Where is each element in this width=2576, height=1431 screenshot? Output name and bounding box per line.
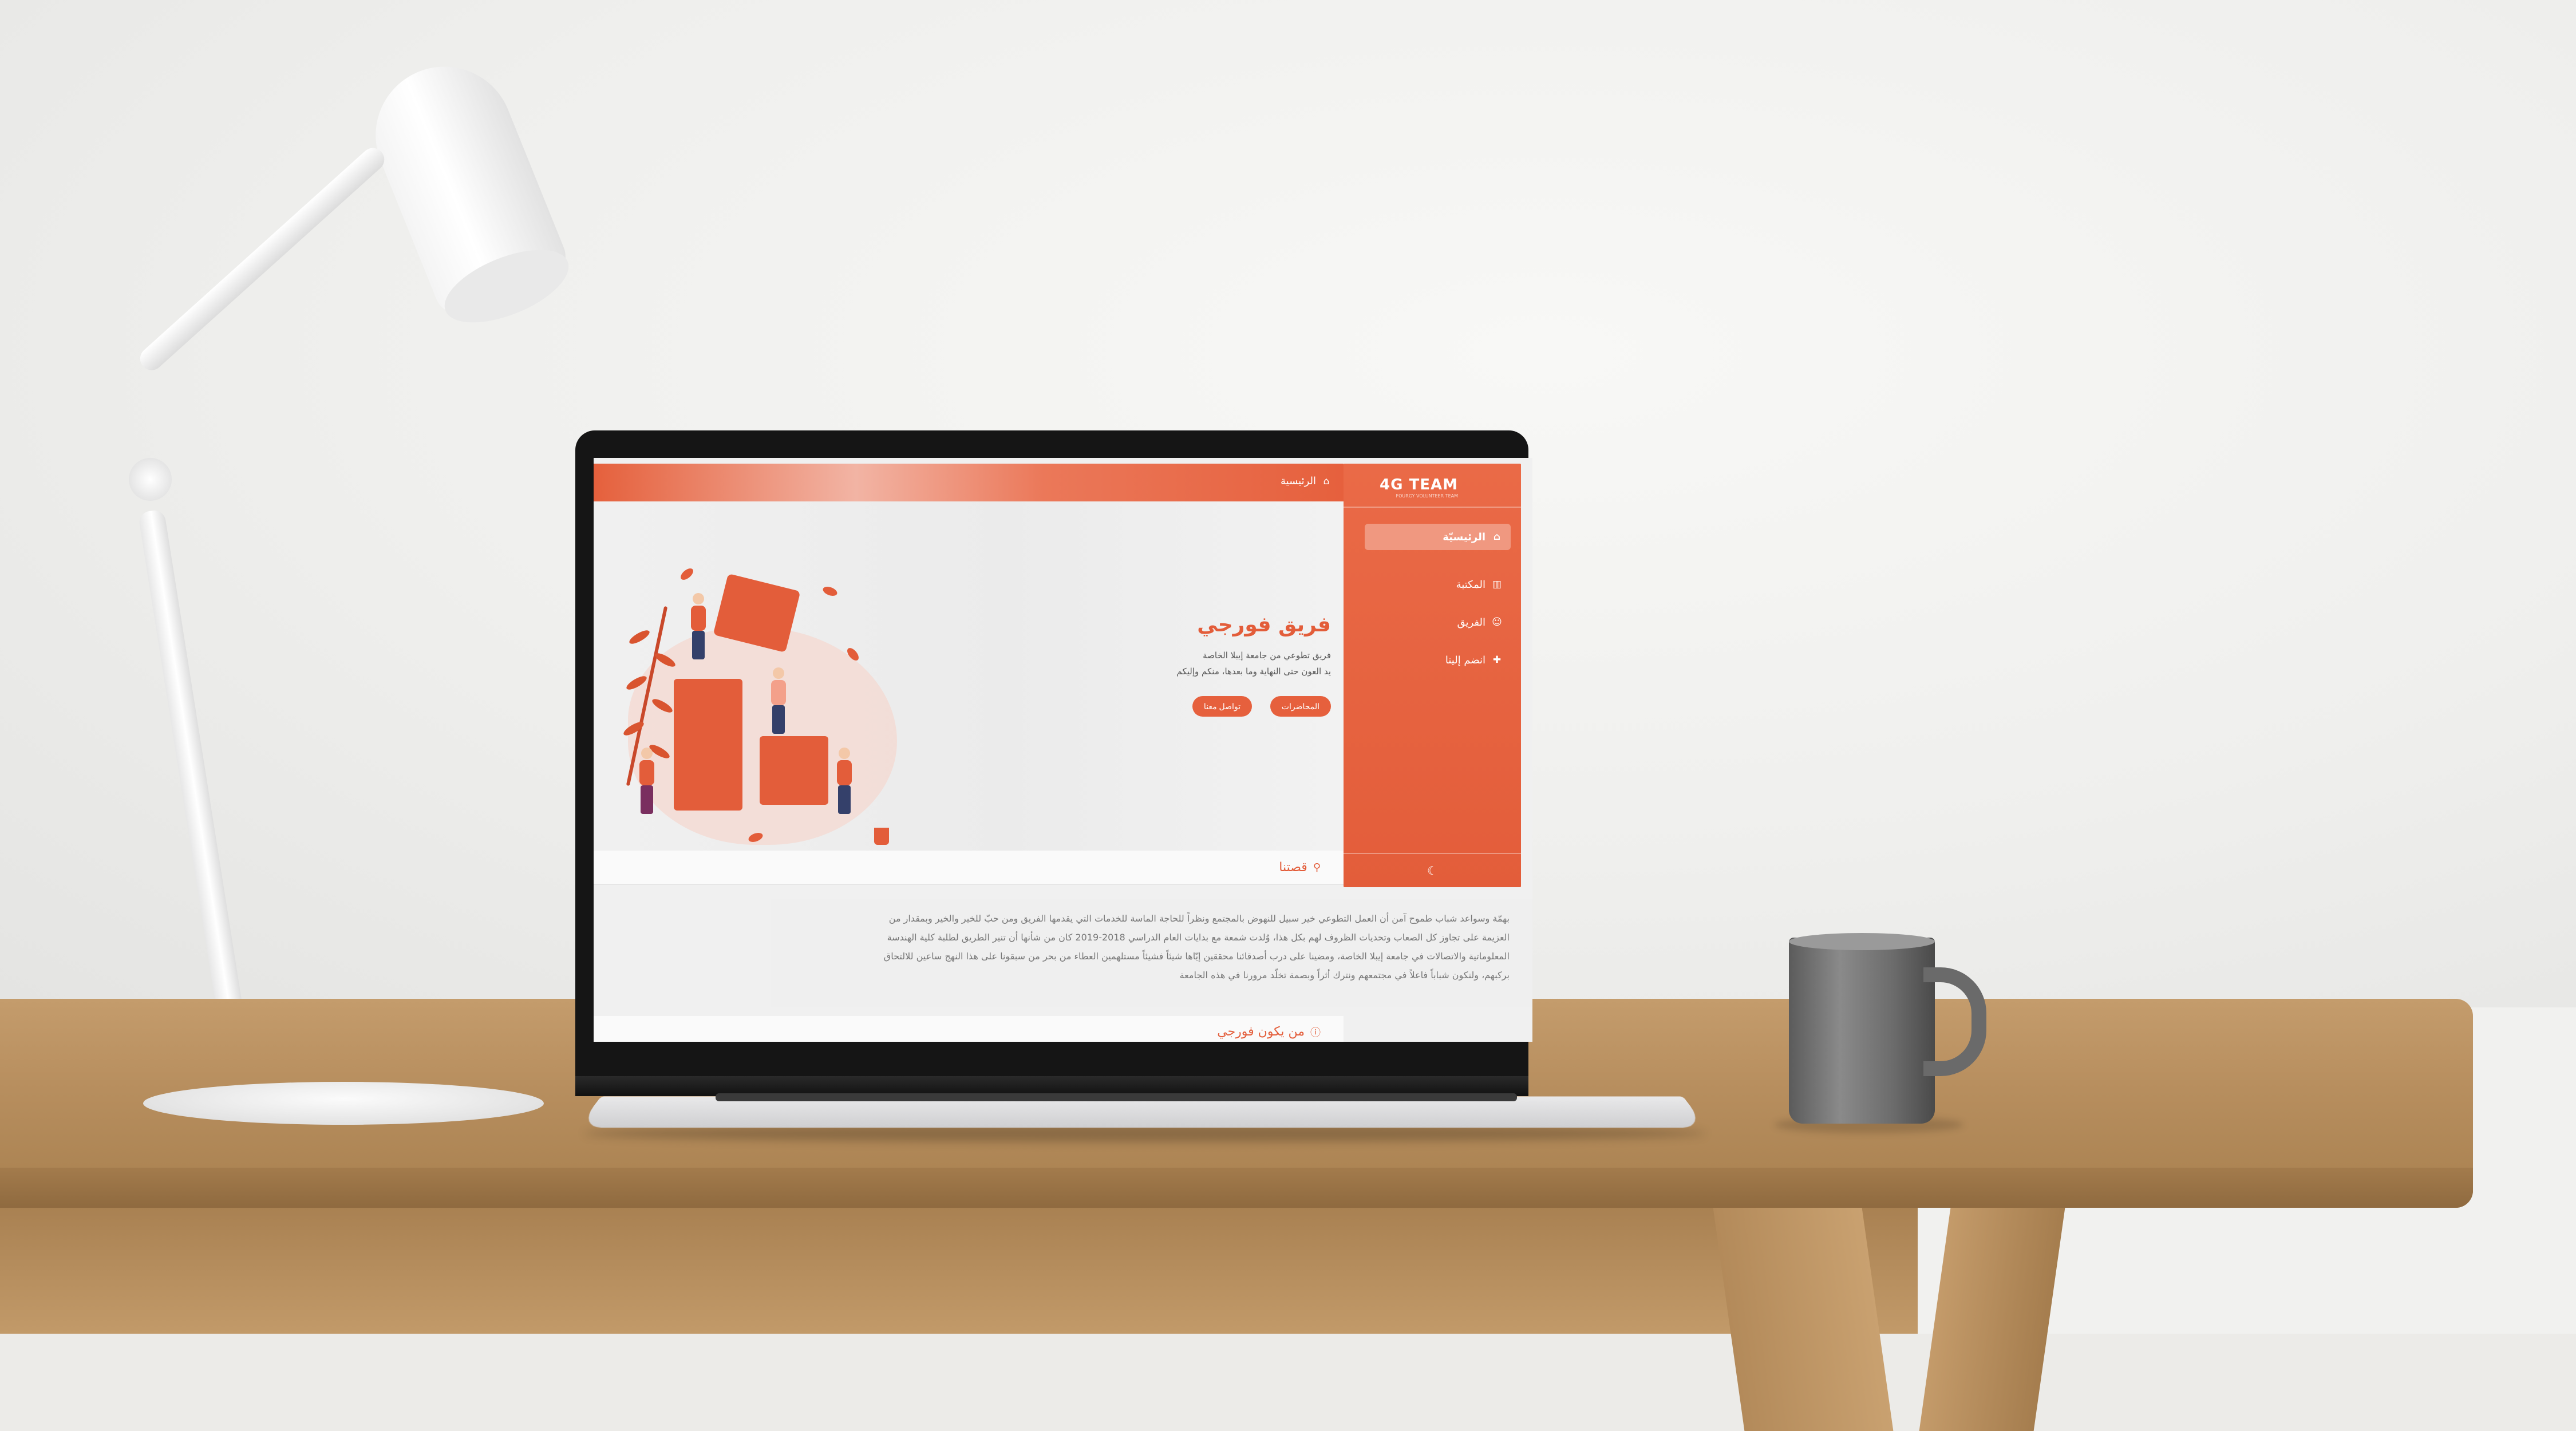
- breadcrumb[interactable]: ⌂ الرئيسية: [1281, 475, 1332, 487]
- hero-tagline: يد العون حتى النهاية وما بعدها، منكم وإل…: [1176, 666, 1332, 677]
- story-line: بركبهم، ولنكون شباباً فاعلاً في مجتمعهم …: [1179, 970, 1510, 981]
- puzzle-piece-icon: [760, 736, 828, 805]
- sidebar-footer: ☾: [1344, 853, 1521, 887]
- mug: [1789, 938, 1935, 1124]
- team-puzzle-illustration: [605, 559, 926, 856]
- story-text: بهمّة وسواعد شباب طموح آمن أن العمل التط…: [771, 899, 1532, 1007]
- story-line: العزيمة على تجاوز كل الصعاب وتحديات الظر…: [887, 932, 1510, 943]
- mug-rim: [1789, 933, 1935, 950]
- sidebar-item-library[interactable]: ▥ المكتبة: [1365, 571, 1511, 598]
- desk-leg: [1713, 1208, 1894, 1431]
- leaf-icon: [678, 566, 696, 582]
- sidebar-item-team[interactable]: ☺ الفريق: [1365, 609, 1511, 635]
- leaf-icon: [627, 627, 651, 647]
- desk-lamp-joint: [129, 458, 172, 501]
- sidebar-item-label: الرئيسيّة: [1443, 531, 1485, 543]
- desk-lamp-base: [143, 1082, 544, 1125]
- who-title: من يكون فورجي: [1217, 1025, 1305, 1039]
- person-figure: [691, 593, 706, 659]
- person-figure: [639, 748, 654, 814]
- info-icon: ⓘ: [1310, 1026, 1321, 1039]
- library-icon: ▥: [1492, 579, 1502, 590]
- story-title: قصتنا: [1279, 860, 1307, 875]
- home-icon: ⌂: [1493, 531, 1501, 543]
- hero-title: فريق فورجي: [1197, 613, 1331, 637]
- sidebar-item-label: المكتبة: [1456, 578, 1485, 591]
- story-line: المعلوماتية والاتصالات في جامعة إيبلا ال…: [883, 951, 1510, 962]
- breadcrumb-label: الرئيسية: [1281, 475, 1316, 487]
- location-pin-icon: ⚲: [1313, 861, 1321, 873]
- who-section-header: ⓘ من يكون فورجي: [594, 1016, 1344, 1042]
- sidebar-item-join[interactable]: ✚ انضم إلينا: [1365, 647, 1511, 673]
- top-bar: ⌂ الرئيسية: [594, 464, 1344, 501]
- logo[interactable]: 4G TEAM: [1380, 476, 1458, 493]
- puzzle-piece-icon: [674, 679, 742, 811]
- sidebar-divider: [1344, 507, 1521, 508]
- moon-icon[interactable]: ☾: [1427, 864, 1437, 877]
- logo-subtitle: FOURGY VOLUNTEER TEAM: [1396, 493, 1458, 499]
- team-icon: ☺: [1492, 616, 1502, 628]
- sidebar-item-label: الفريق: [1457, 616, 1485, 628]
- leaf-icon: [821, 584, 839, 598]
- home-icon: ⌂: [1323, 475, 1330, 487]
- desk-apron: [0, 1208, 1918, 1334]
- user-plus-icon: ✚: [1492, 654, 1502, 666]
- laptop-keyboard-edge: [716, 1093, 1517, 1101]
- hero-subtitle: فريق تطوعي من جامعة إيبلا الخاصة: [1203, 650, 1331, 661]
- sidebar-item-home[interactable]: ⌂ الرئيسيّة: [1365, 524, 1511, 550]
- story-line: بهمّة وسواعد شباب طموح آمن أن العمل التط…: [888, 913, 1510, 924]
- contact-button[interactable]: تواصل معنا: [1192, 696, 1252, 717]
- desk-front-edge: [0, 1168, 2473, 1208]
- hero-section: فريق فورجي فريق تطوعي من جامعة إيبلا الخ…: [594, 501, 1344, 851]
- sidebar-item-label: انضم إلينا: [1445, 654, 1485, 666]
- plant-pot-icon: [874, 828, 889, 845]
- lectures-button[interactable]: المحاضرات: [1270, 696, 1331, 717]
- laptop-screen: ⌂ الرئيسية فريق فورجي فريق تطوعي من جامع…: [594, 458, 1532, 1042]
- story-section-header: ⚲ قصتنا: [594, 851, 1344, 885]
- person-figure: [837, 748, 852, 814]
- sidebar: 4G TEAM FOURGY VOLUNTEER TEAM ⌂ الرئيسيّ…: [1344, 464, 1521, 887]
- floor: [0, 1334, 2576, 1431]
- person-figure: [771, 667, 786, 734]
